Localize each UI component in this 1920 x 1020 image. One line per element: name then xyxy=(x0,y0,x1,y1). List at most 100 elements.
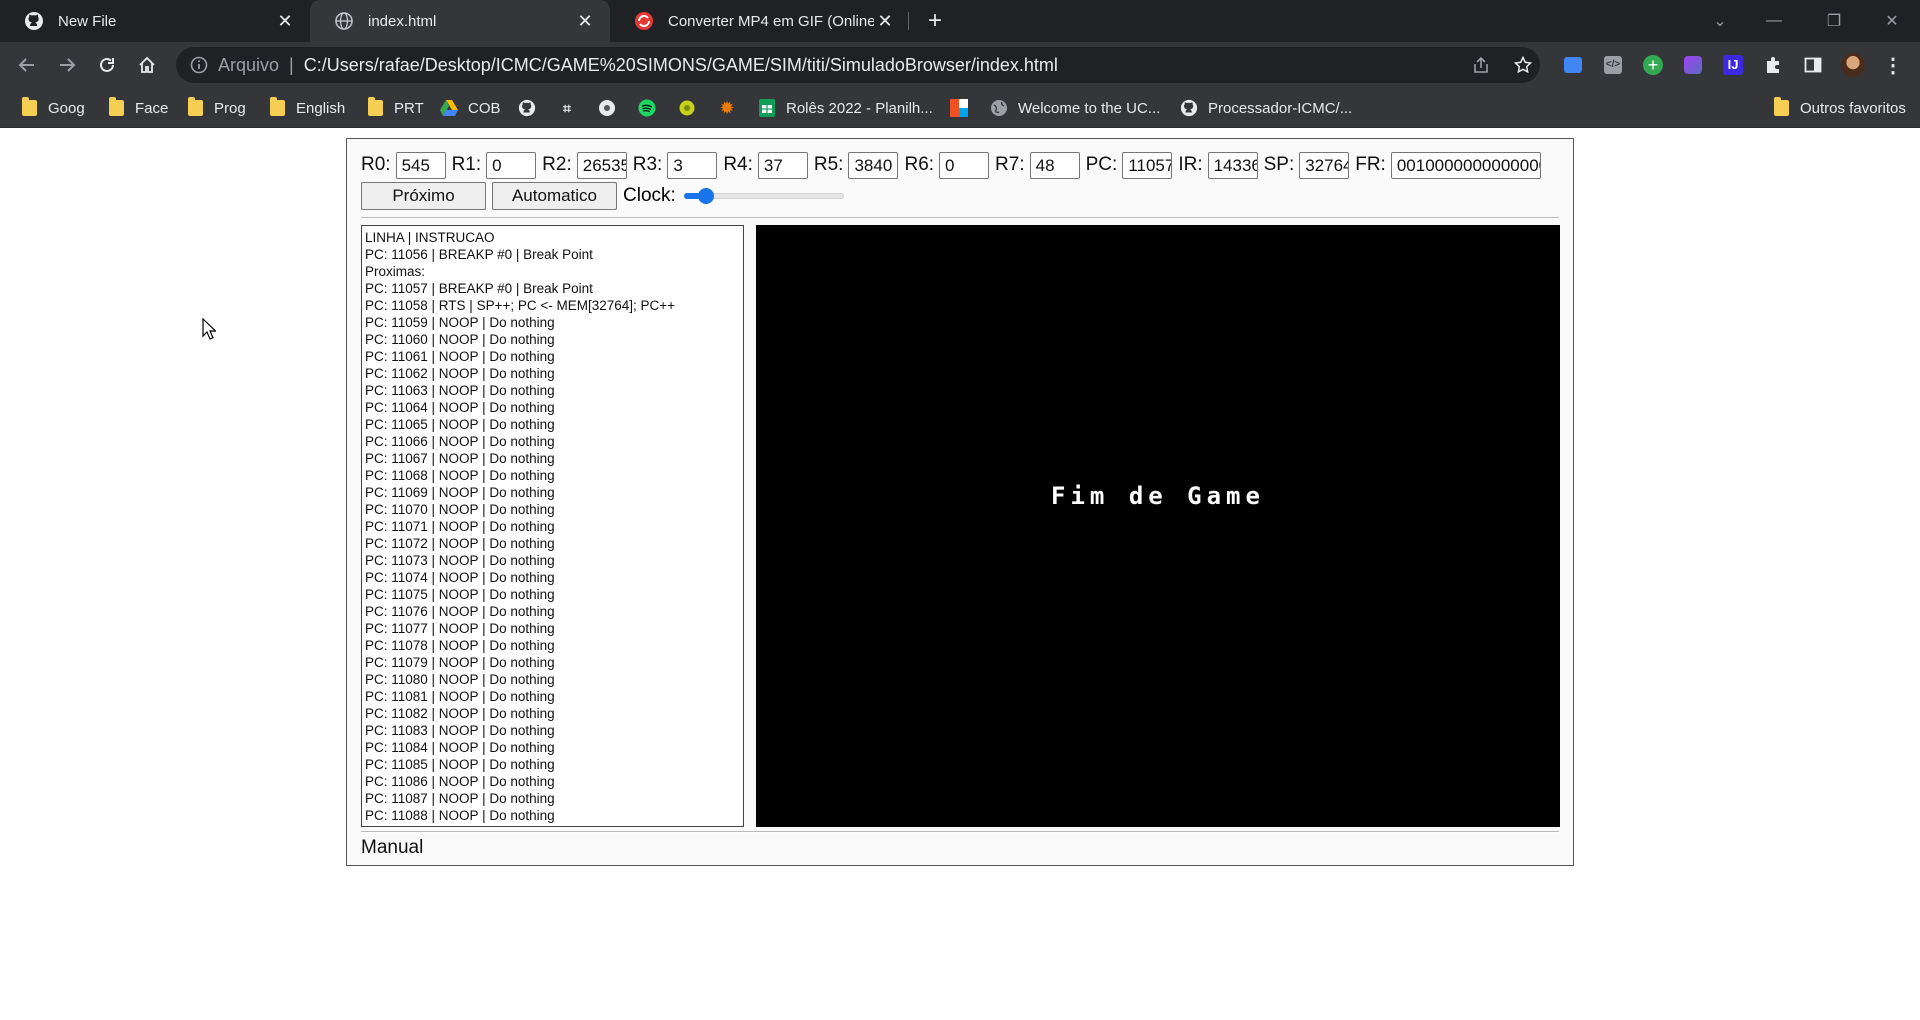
github-icon xyxy=(1180,99,1198,117)
register-sp-field[interactable]: 32764 xyxy=(1299,151,1350,179)
register-ir-field[interactable]: 14336 xyxy=(1207,151,1258,179)
bookmark-label: Rolês 2022 - Planilh... xyxy=(786,99,933,117)
automatic-button[interactable]: Automatico xyxy=(492,182,617,210)
bookmark-spotify[interactable] xyxy=(638,88,666,128)
tab-label: New File xyxy=(58,12,117,30)
reload-button[interactable] xyxy=(92,50,122,80)
bookmark-roles-2022[interactable]: Rolês 2022 - Planilh... xyxy=(758,88,933,128)
log-line: PC: 11080 | NOOP | Do nothing xyxy=(365,672,555,687)
home-button[interactable] xyxy=(132,50,162,80)
j-extension-icon[interactable]: IJ xyxy=(1720,52,1746,78)
register-r7-field[interactable]: 48 xyxy=(1029,151,1080,179)
tab-search-icon[interactable]: ⌄ xyxy=(1700,0,1740,42)
side-panel-icon[interactable] xyxy=(1800,52,1826,78)
log-line: PC: 11077 | NOOP | Do nothing xyxy=(365,621,555,636)
bookmark-label: Face xyxy=(135,99,169,117)
restore-button[interactable]: ❐ xyxy=(1814,0,1854,42)
tab-new-file[interactable]: New File ✕ xyxy=(0,0,310,42)
mouse-cursor-icon xyxy=(202,317,217,345)
register-r1-field[interactable]: 0 xyxy=(486,151,537,179)
lemon-icon xyxy=(678,99,696,117)
github-icon xyxy=(518,99,536,117)
register-r6-field[interactable]: 0 xyxy=(939,151,990,179)
new-tab-button[interactable]: + xyxy=(922,8,948,34)
register-r4-field[interactable]: 37 xyxy=(757,151,808,179)
bookmarks-bar: Goog Face Prog English PRT COB ⌗ ✹ Rolês… xyxy=(0,88,1920,128)
tab-converter[interactable]: Converter MP4 em GIF (Online e ✕ xyxy=(610,0,910,42)
close-icon[interactable]: ✕ xyxy=(874,10,896,32)
url-text[interactable]: C:/Users/rafae/Desktop/ICMC/GAME%20SIMON… xyxy=(304,55,1058,76)
close-icon[interactable]: ✕ xyxy=(574,10,596,32)
bookmark-github[interactable] xyxy=(518,88,546,128)
bookmark-goog[interactable]: Goog xyxy=(20,88,85,128)
forward-button[interactable] xyxy=(52,50,82,80)
bookmark-hashtag[interactable]: ⌗ xyxy=(558,88,586,128)
register-r2: R2: 26535 xyxy=(542,151,627,179)
folder-icon xyxy=(186,97,204,117)
bookmark-label: Welcome to the UC... xyxy=(1018,99,1161,117)
minimize-button[interactable]: — xyxy=(1754,0,1794,42)
puzzle-extensions-icon[interactable] xyxy=(1760,52,1786,78)
register-r3-field[interactable]: 3 xyxy=(667,151,718,179)
back-button[interactable] xyxy=(12,50,42,80)
next-button[interactable]: Próximo xyxy=(361,182,486,210)
register-r5-field[interactable]: 3840 xyxy=(848,151,899,179)
bookmark-label: English xyxy=(296,99,346,117)
log-line: PC: 11071 | NOOP | Do nothing xyxy=(365,519,555,534)
bookmark-face[interactable]: Face xyxy=(107,88,168,128)
purple-extension-icon[interactable] xyxy=(1680,52,1706,78)
register-pc-field[interactable]: 11057 xyxy=(1122,151,1173,179)
bookmark-prog[interactable]: Prog xyxy=(186,88,246,128)
clock-slider[interactable] xyxy=(683,186,844,206)
tab-label: Converter MP4 em GIF (Online e xyxy=(668,12,874,30)
log-line: PC: 11072 | NOOP | Do nothing xyxy=(365,536,555,551)
log-line: PC: 11056 | BREAKP #0 | Break Point xyxy=(365,247,593,262)
log-line: PC: 11084 | NOOP | Do nothing xyxy=(365,740,555,755)
divider xyxy=(361,217,1559,219)
log-line: PC: 11068 | NOOP | Do nothing xyxy=(365,468,555,483)
tab-index-html[interactable]: index.html ✕ xyxy=(310,0,610,42)
home-icon xyxy=(139,56,155,73)
slider-thumb[interactable] xyxy=(697,188,714,204)
instruction-log[interactable]: LINHA | INSTRUCAO PC: 11056 | BREAKP #0 |… xyxy=(361,225,744,827)
code-extension-icon[interactable]: </> xyxy=(1600,52,1626,78)
register-fr: FR: 0010000000000000 xyxy=(1355,151,1541,179)
bookmark-prt[interactable]: PRT xyxy=(366,88,424,128)
info-icon[interactable] xyxy=(190,56,208,74)
bookmark-processador-icmc[interactable]: Processador-ICMC/... xyxy=(1180,88,1352,128)
share-icon[interactable] xyxy=(1466,50,1496,80)
converter-icon xyxy=(634,11,654,31)
address-bar[interactable]: Arquivo | C:/Users/rafae/Desktop/ICMC/GA… xyxy=(176,47,1540,83)
bookmark-label: PRT xyxy=(394,99,424,117)
bookmark-cob[interactable]: COB xyxy=(440,88,501,128)
plus-extension-icon[interactable]: + xyxy=(1640,52,1666,78)
avatar[interactable] xyxy=(1840,52,1866,78)
bookmark-ball[interactable] xyxy=(598,88,626,128)
window-close-button[interactable]: ✕ xyxy=(1872,0,1912,42)
register-r2-field[interactable]: 26535 xyxy=(576,151,627,179)
log-line: Proximas: xyxy=(365,264,426,279)
bookmark-star-icon[interactable] xyxy=(1508,50,1538,80)
register-fr-field[interactable]: 0010000000000000 xyxy=(1390,151,1541,179)
menu-kebab-icon[interactable]: ⋮ xyxy=(1880,52,1906,78)
register-label: R4: xyxy=(723,154,753,175)
bookmark-gear[interactable]: ✹ xyxy=(718,88,746,128)
bookmark-other-favorites[interactable]: Outros favoritos xyxy=(1772,88,1906,128)
game-screen: Fim de Game xyxy=(756,225,1560,827)
log-line: LINHA | INSTRUCAO xyxy=(365,230,495,245)
register-label: R3: xyxy=(632,154,663,175)
bookmark-label: COB xyxy=(468,99,501,117)
close-icon[interactable]: ✕ xyxy=(274,10,296,32)
register-r0-field[interactable]: 545 xyxy=(395,151,446,179)
register-r4: R4: 37 xyxy=(723,151,808,179)
bookmark-welcome-uc[interactable]: Welcome to the UC... xyxy=(990,88,1160,128)
register-ir: IR: 14336 xyxy=(1178,151,1258,179)
clock-label: Clock: xyxy=(623,185,676,206)
bookmark-lemon[interactable] xyxy=(678,88,706,128)
folder-icon xyxy=(366,97,384,117)
translate-extension-icon[interactable] xyxy=(1560,52,1586,78)
bookmark-office[interactable] xyxy=(950,88,978,128)
bookmark-english[interactable]: English xyxy=(268,88,345,128)
log-line: PC: 11081 | NOOP | Do nothing xyxy=(365,689,555,704)
ball-icon xyxy=(598,99,616,117)
